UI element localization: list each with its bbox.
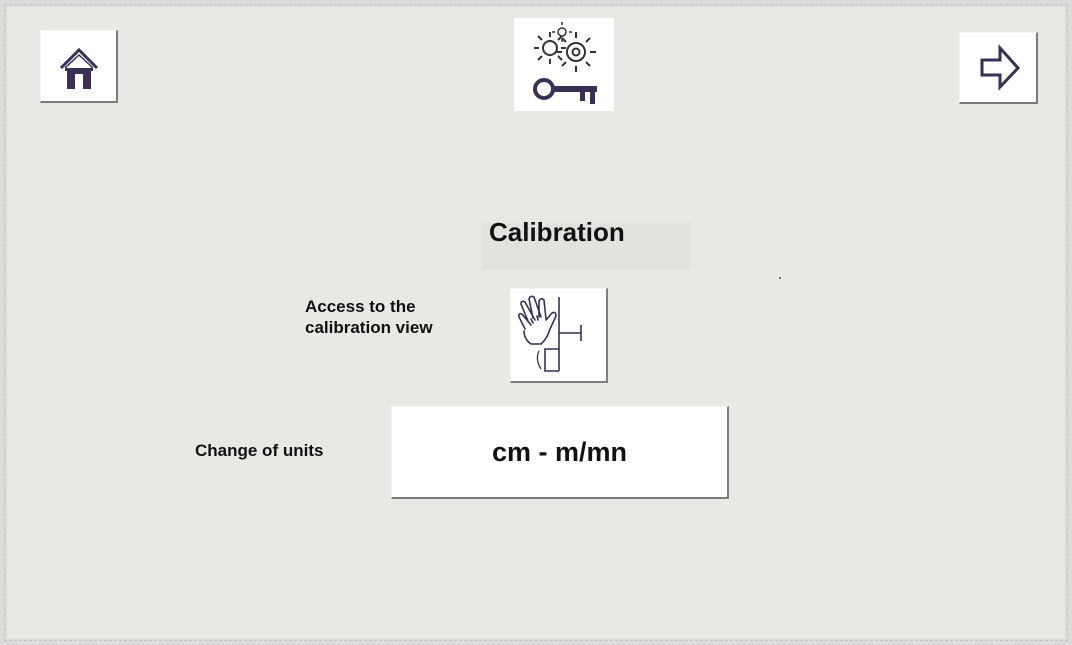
access-label-line1: Access to the [305, 297, 416, 316]
calibration-screen: Calibration Access to the calibration vi… [0, 0, 1072, 645]
home-icon [59, 47, 99, 89]
units-toggle-button[interactable]: cm - m/mn [391, 406, 729, 499]
calibration-view-button[interactable] [510, 288, 608, 383]
gears-key-icon [514, 18, 614, 111]
hand-calibration-icon [518, 295, 582, 372]
access-label-line2: calibration view [305, 318, 433, 337]
change-units-label: Change of units [195, 441, 324, 460]
arrow-right-icon [980, 44, 1021, 91]
next-button[interactable] [959, 32, 1038, 104]
main-panel: Calibration Access to the calibration vi… [13, 13, 1059, 632]
page-title: Calibration [489, 217, 625, 247]
access-calibration-label: Access to the calibration view [305, 296, 495, 338]
stray-pixel [779, 277, 781, 279]
home-button[interactable] [40, 30, 118, 103]
